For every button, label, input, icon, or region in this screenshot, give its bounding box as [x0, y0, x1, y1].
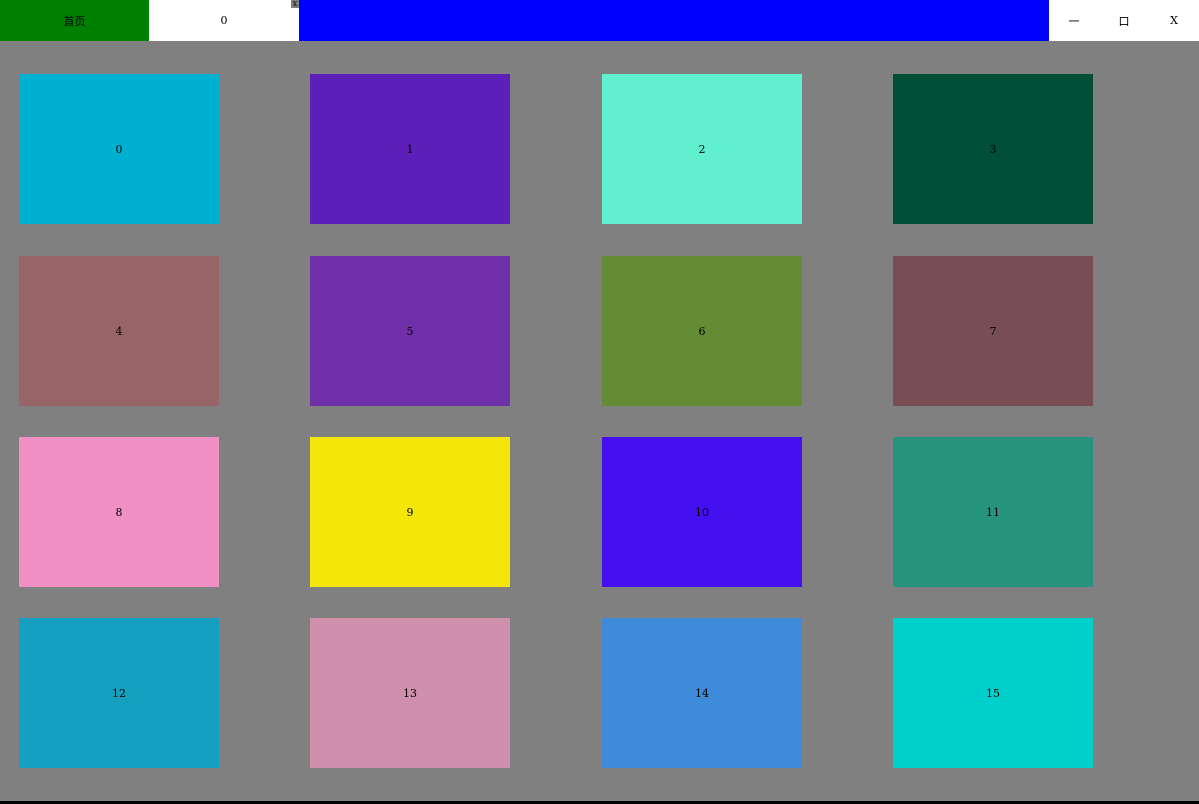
tile-label: 1 [406, 142, 414, 156]
tile-12[interactable]: 12 [19, 618, 219, 768]
tile-9[interactable]: 9 [310, 437, 510, 587]
tile-3[interactable]: 3 [893, 74, 1093, 224]
tile-label: 6 [698, 324, 706, 338]
tile-5[interactable]: 5 [310, 256, 510, 406]
tile-label: 5 [406, 324, 414, 338]
window-controls: 一 口 X [1049, 0, 1199, 41]
tile-11[interactable]: 11 [893, 437, 1093, 587]
tile-label: 3 [989, 142, 997, 156]
tile-1[interactable]: 1 [310, 74, 510, 224]
tile-label: 15 [986, 686, 1000, 700]
tile-label: 7 [989, 324, 997, 338]
tile-4[interactable]: 4 [19, 256, 219, 406]
tile-label: 0 [115, 142, 123, 156]
tile-label: 9 [406, 505, 414, 519]
tile-0[interactable]: 0 [19, 74, 219, 224]
title-drag-area[interactable] [299, 0, 1049, 41]
maximize-button[interactable]: 口 [1099, 0, 1149, 41]
tab-counter[interactable]: 0 [149, 0, 299, 41]
tab-close-icon[interactable]: x [291, 0, 299, 8]
tile-label: 8 [115, 505, 123, 519]
tab-home-label: 首页 [63, 14, 86, 28]
minimize-button[interactable]: 一 [1049, 0, 1099, 41]
tile-2[interactable]: 2 [602, 74, 802, 224]
tile-label: 12 [112, 686, 126, 700]
tile-10[interactable]: 10 [602, 437, 802, 587]
tile-15[interactable]: 15 [893, 618, 1093, 768]
tile-7[interactable]: 7 [893, 256, 1093, 406]
tile-label: 14 [695, 686, 709, 700]
tile-label: 11 [986, 505, 1000, 519]
title-bar: 首页 0 x 一 口 X [0, 0, 1199, 41]
tile-label: 10 [695, 505, 709, 519]
tile-label: 13 [403, 686, 417, 700]
tile-label: 4 [115, 324, 123, 338]
tab-home[interactable]: 首页 [0, 0, 149, 41]
tile-8[interactable]: 8 [19, 437, 219, 587]
app-window: 首页 0 x 一 口 X 0 1 2 3 4 5 6 7 8 9 10 11 1… [0, 0, 1199, 804]
tile-13[interactable]: 13 [310, 618, 510, 768]
tile-6[interactable]: 6 [602, 256, 802, 406]
tile-14[interactable]: 14 [602, 618, 802, 768]
close-button[interactable]: X [1149, 0, 1199, 41]
tab-counter-label: 0 [220, 14, 228, 27]
tile-label: 2 [698, 142, 706, 156]
